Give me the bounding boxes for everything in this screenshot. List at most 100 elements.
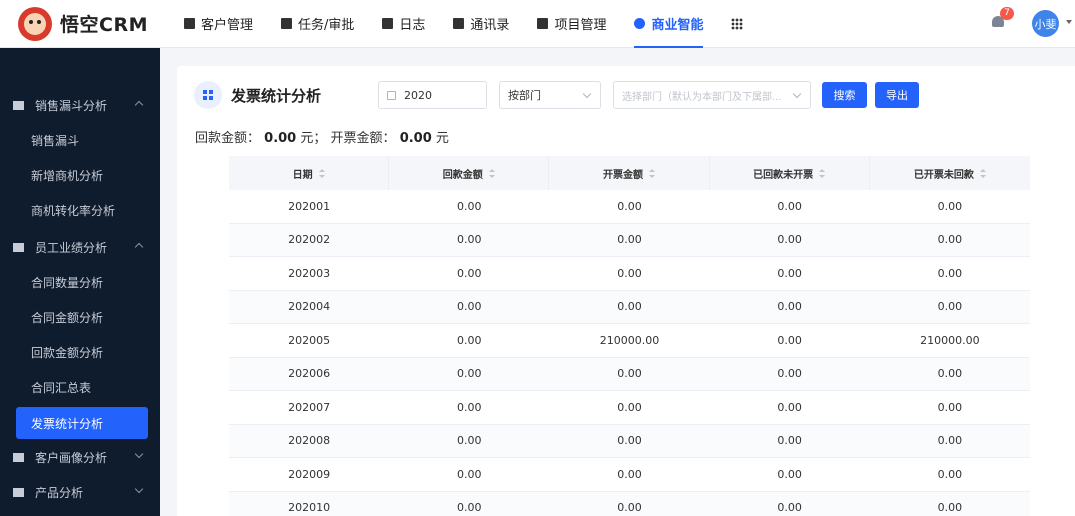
sidebar-group-label: 员工业绩分析 xyxy=(35,241,108,255)
table-cell: 0.00 xyxy=(457,501,482,515)
page-title: 发票统计分析 xyxy=(231,87,322,105)
chevron-down-icon xyxy=(582,89,592,99)
column-label: 开票金额 xyxy=(602,169,643,181)
column-label: 日期 xyxy=(292,169,313,181)
nav-label: 任务/审批 xyxy=(298,18,355,33)
group-by-select[interactable]: 按部门 xyxy=(499,81,601,109)
nav-tasks-approvals[interactable]: 任务/审批 xyxy=(267,0,368,48)
sidebar-group-label: 产品分析 xyxy=(35,486,84,500)
sidebar-item-opportunity-conversion[interactable]: 商机转化率分析 xyxy=(0,193,160,228)
bar-chart-icon xyxy=(13,243,24,252)
chevron-down-icon xyxy=(134,449,144,459)
table-cell: 0.00 xyxy=(777,266,802,280)
table-row: 202003 0.00 0.00 0.00 0.00 xyxy=(229,257,1030,291)
unit-label: 元 xyxy=(435,131,449,146)
nav-label: 日志 xyxy=(399,18,426,33)
table-cell: 0.00 xyxy=(457,300,482,314)
table-cell: 0.00 xyxy=(617,501,642,515)
table-cell: 202007 xyxy=(288,400,331,414)
sort-icon[interactable] xyxy=(819,168,826,178)
invoiced-label: 开票金额： xyxy=(330,131,396,146)
sort-icon[interactable] xyxy=(318,168,325,178)
nav-project-management[interactable]: 项目管理 xyxy=(523,0,620,48)
apps-menu[interactable] xyxy=(717,0,757,48)
table-cell: 202006 xyxy=(288,367,331,381)
table-header: 日期 回款金额 开票金额 已回款未开票 已开票未回款 xyxy=(229,156,1030,190)
table-cell: 202004 xyxy=(288,300,331,314)
table-cell: 210000.00 xyxy=(920,333,980,347)
table-cell: 0.00 xyxy=(617,300,642,314)
sidebar-group-label: 销售漏斗分析 xyxy=(35,99,108,113)
column-header-date[interactable]: 日期 xyxy=(229,156,390,190)
table-cell: 0.00 xyxy=(777,434,802,448)
table-cell: 202002 xyxy=(288,233,331,247)
nav-label: 通讯录 xyxy=(470,18,510,33)
sidebar-group-product-analysis[interactable]: 产品分析 xyxy=(0,475,160,510)
table-cell: 0.00 xyxy=(937,367,963,381)
sidebar-item-new-opportunities[interactable]: 新增商机分析 xyxy=(0,158,160,193)
table-cell: 0.00 xyxy=(457,233,482,247)
column-header-received-not-invoiced[interactable]: 已回款未开票 xyxy=(710,156,870,190)
sidebar-item-invoice-statistics[interactable]: 发票统计分析 xyxy=(16,407,148,439)
table-row: 202009 0.00 0.00 0.00 0.00 xyxy=(229,458,1030,492)
table-row: 202002 0.00 0.00 0.00 0.00 xyxy=(229,223,1030,257)
sort-icon[interactable] xyxy=(488,168,495,178)
sidebar-item-contract-count[interactable]: 合同数量分析 xyxy=(0,265,160,300)
column-header-received[interactable]: 回款金额 xyxy=(389,156,550,190)
department-select[interactable]: 选择部门（默认为本部门及下属部... xyxy=(613,81,811,109)
table-row: 202004 0.00 0.00 0.00 0.00 xyxy=(229,290,1030,324)
table-cell: 0.00 xyxy=(777,367,802,381)
table-cell: 202009 xyxy=(288,467,331,481)
column-header-invoiced-not-received[interactable]: 已开票未回款 xyxy=(870,156,1030,190)
sidebar-item-contract-summary[interactable]: 合同汇总表 xyxy=(0,370,160,405)
table-cell: 0.00 xyxy=(937,266,963,280)
table-cell: 0.00 xyxy=(777,400,802,414)
table-cell: 0.00 xyxy=(777,233,802,247)
table-cell: 0.00 xyxy=(777,300,802,314)
column-label: 已开票未回款 xyxy=(913,169,974,181)
table-cell: 0.00 xyxy=(937,467,963,481)
invoice-table: 日期 回款金额 开票金额 已回款未开票 已开票未回款 202001 0.00 0.0… xyxy=(229,156,1030,516)
sidebar-group-employee-performance[interactable]: 员工业绩分析 xyxy=(0,230,160,265)
brand-logo[interactable]: 悟空CRM xyxy=(18,6,158,41)
table-row: 202008 0.00 0.00 0.00 0.00 xyxy=(229,424,1030,458)
sidebar-group-customer-profile[interactable]: 客户画像分析 xyxy=(0,440,160,475)
table-cell: 0.00 xyxy=(457,467,482,481)
chevron-up-icon xyxy=(134,242,144,252)
user-avatar[interactable]: 小斐 xyxy=(1032,10,1059,37)
nav-customer-management[interactable]: 客户管理 xyxy=(170,0,267,48)
users-icon xyxy=(13,453,24,462)
sort-icon[interactable] xyxy=(979,168,986,178)
export-button[interactable]: 导出 xyxy=(875,82,919,108)
table-cell: 0.00 xyxy=(937,233,963,247)
table-cell: 0.00 xyxy=(777,199,802,213)
table-cell: 0.00 xyxy=(457,333,482,347)
table-cell: 0.00 xyxy=(937,400,963,414)
shield-check-icon xyxy=(634,18,646,29)
box-icon xyxy=(13,488,24,497)
table-cell: 0.00 xyxy=(457,400,482,414)
sidebar-item-contract-amount[interactable]: 合同金额分析 xyxy=(0,300,160,335)
table-cell: 0.00 xyxy=(617,266,642,280)
table-cell: 0.00 xyxy=(457,266,482,280)
nav-label: 项目管理 xyxy=(554,18,607,33)
year-value: 2020 xyxy=(404,88,432,102)
table-cell: 0.00 xyxy=(457,434,482,448)
sidebar-item-sales-funnel[interactable]: 销售漏斗 xyxy=(0,123,160,158)
notifications[interactable]: 7 xyxy=(991,7,1014,30)
nav-contacts[interactable]: 通讯录 xyxy=(439,0,523,48)
table-cell: 0.00 xyxy=(937,434,963,448)
chevron-down-icon[interactable] xyxy=(1066,20,1072,24)
column-header-invoiced[interactable]: 开票金额 xyxy=(549,156,710,190)
customer-icon xyxy=(184,18,195,29)
address-book-icon xyxy=(453,18,465,29)
amount-summary: 回款金额： 0.00 元； 开票金额： 0.00 元 xyxy=(195,127,449,146)
chevron-up-icon xyxy=(134,100,144,110)
sort-icon[interactable] xyxy=(648,168,655,178)
sidebar-item-payment-amount[interactable]: 回款金额分析 xyxy=(0,335,160,370)
nav-logs[interactable]: 日志 xyxy=(368,0,439,48)
sidebar-group-sales-funnel[interactable]: 销售漏斗分析 xyxy=(0,88,160,123)
search-button[interactable]: 搜索 xyxy=(822,82,867,108)
year-picker[interactable]: 2020 xyxy=(378,81,487,109)
nav-business-intelligence[interactable]: 商业智能 xyxy=(620,0,717,48)
